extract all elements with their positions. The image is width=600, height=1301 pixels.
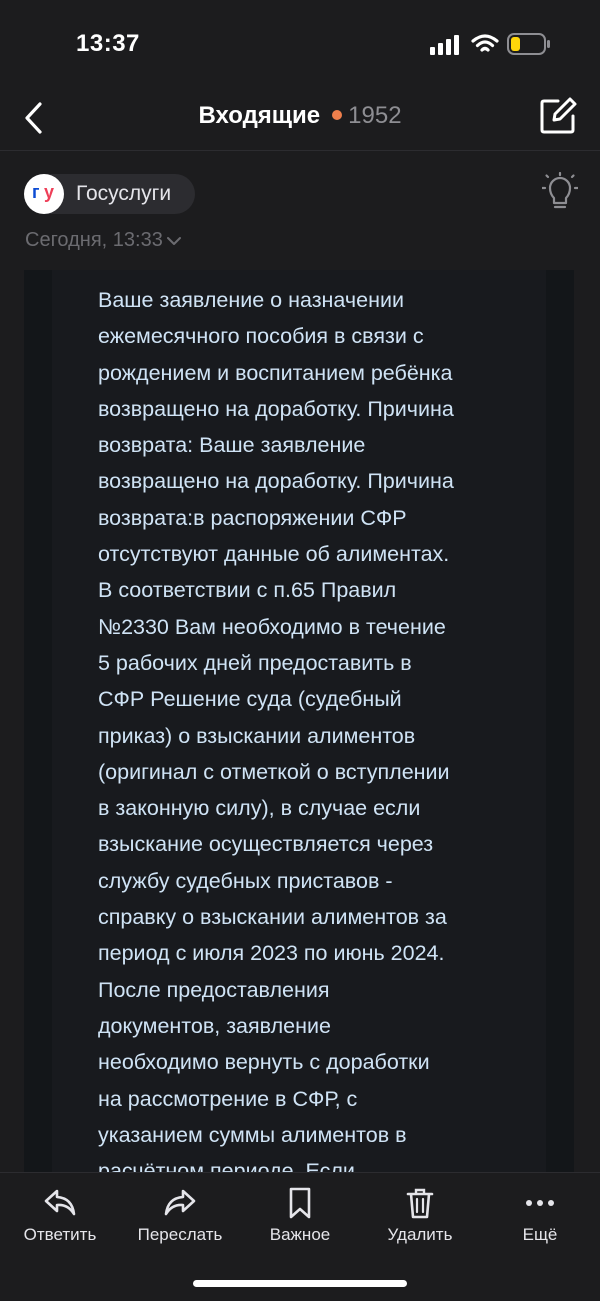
message-line: возвращено на доработку. Причина bbox=[98, 396, 454, 421]
message-line: возврата:в распоряжении СФР bbox=[98, 505, 407, 530]
sender-row: гу Госуслуги bbox=[24, 174, 196, 214]
forward-button[interactable]: Переслать bbox=[130, 1187, 230, 1245]
message-line: 5 рабочих дней предоставить в bbox=[98, 650, 412, 675]
trash-icon bbox=[406, 1188, 434, 1219]
gosuslugi-logo: гу bbox=[24, 174, 64, 214]
more-label: Ещё bbox=[522, 1225, 558, 1244]
forward-label: Переслать bbox=[137, 1225, 223, 1244]
cellular-signal-icon bbox=[430, 35, 459, 55]
status-time: 13:37 bbox=[76, 30, 140, 57]
message-line: приказ) о взыскании алиментов bbox=[98, 723, 416, 748]
message-line: указанием суммы алиментов в bbox=[98, 1122, 407, 1147]
message-line: в законную силу), в случае если bbox=[98, 796, 421, 821]
unread-dot bbox=[332, 110, 343, 121]
message-date-label: Сегодня, 13:33 bbox=[25, 229, 163, 251]
message-line: В соответствии с п.65 Правил bbox=[98, 578, 397, 603]
message-line: (оригинал с отметкой о вступлении bbox=[98, 759, 450, 784]
bookmark-icon bbox=[289, 1187, 311, 1219]
message-line: возврата: Ваше заявление bbox=[98, 433, 366, 458]
battery-icon bbox=[507, 33, 550, 55]
message-line: взыскание осуществляется через bbox=[98, 832, 434, 857]
sender-chip[interactable]: гу Госуслуги bbox=[24, 174, 196, 214]
lightbulb-icon[interactable] bbox=[542, 172, 578, 216]
sender-name: Госуслуги bbox=[76, 182, 172, 205]
reply-button[interactable]: Ответить bbox=[18, 1187, 102, 1245]
message-line: необходимо вернуть с доработки bbox=[98, 1050, 430, 1075]
home-indicator[interactable] bbox=[193, 1280, 407, 1287]
delete-button[interactable]: Удалить bbox=[380, 1187, 460, 1245]
reply-icon bbox=[44, 1189, 76, 1216]
message-line: отсутствуют данные об алиментах. bbox=[98, 542, 450, 567]
reply-label: Ответить bbox=[23, 1225, 97, 1244]
message-line: на рассмотрение в СФР, с bbox=[98, 1086, 358, 1111]
delete-label: Удалить bbox=[387, 1225, 453, 1244]
status-bar: 13:37 bbox=[0, 0, 600, 90]
wifi-icon bbox=[471, 34, 499, 52]
message-line: документов, заявление bbox=[98, 1013, 331, 1038]
message-line: ежемесячного пособия в связи с bbox=[98, 324, 424, 349]
important-button[interactable]: Важное bbox=[262, 1187, 338, 1245]
folder-title: Входящие bbox=[198, 102, 321, 129]
forward-icon bbox=[164, 1189, 196, 1216]
message-date[interactable]: Сегодня, 13:33 bbox=[25, 229, 181, 252]
message-body: Ваше заявление о назначении ежемесячного … bbox=[24, 270, 574, 1175]
message-line: СФР Решение суда (судебный bbox=[98, 687, 402, 712]
nav-bar: Входящие 1952 bbox=[0, 90, 600, 151]
chevron-down-icon bbox=[166, 236, 181, 245]
message-text: Ваше заявление о назначении ежемесячного … bbox=[98, 282, 538, 1175]
message-line: рождением и воспитанием ребёнка bbox=[98, 360, 453, 385]
message-line: После предоставления bbox=[98, 977, 330, 1002]
message-line: справку о взыскании алиментов за bbox=[98, 905, 447, 930]
important-label: Важное bbox=[269, 1225, 331, 1244]
message-line: период с июля 2023 по июнь 2024. bbox=[98, 941, 445, 966]
unread-count: 1952 bbox=[348, 102, 402, 129]
message-line: Ваше заявление о назначении bbox=[98, 288, 404, 312]
message-line: службу судебных приставов - bbox=[98, 868, 393, 893]
message-line: возвращено на доработку. Причина bbox=[98, 469, 454, 494]
more-button[interactable]: Ещё bbox=[510, 1187, 570, 1245]
more-dots-icon bbox=[526, 1200, 554, 1206]
compose-icon[interactable] bbox=[538, 96, 578, 136]
message-line: №2330 Вам необходимо в течение bbox=[98, 614, 446, 639]
nav-title: Входящие 1952 bbox=[0, 102, 600, 130]
